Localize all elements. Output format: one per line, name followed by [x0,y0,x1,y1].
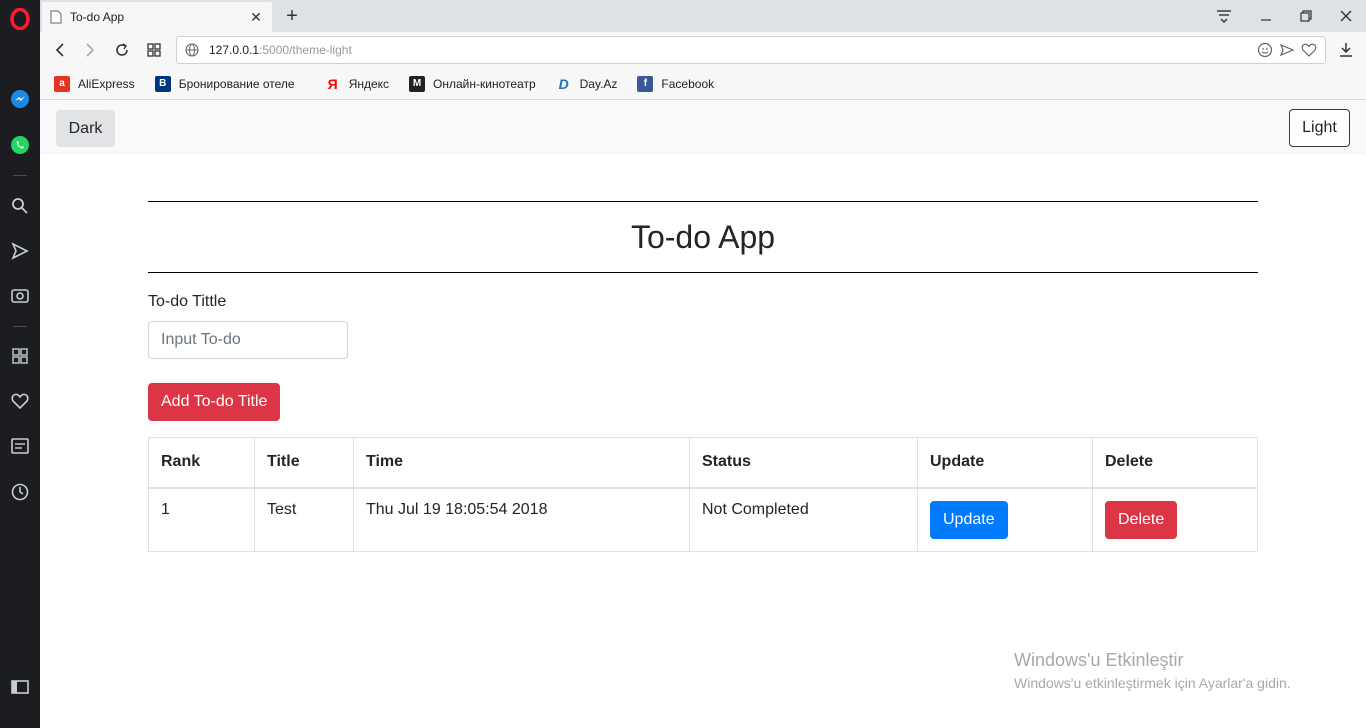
address-bar[interactable]: 127.0.0.1:5000/theme-light [176,36,1326,64]
update-button[interactable]: Update [930,500,1008,539]
globe-icon [185,43,199,57]
bookmark-heart-icon[interactable] [1301,42,1317,61]
main-container: To-do App To-do Tittle Add To-do Title R… [148,201,1258,552]
tab-title: To-do App [70,10,125,24]
cell-title: Test [254,487,354,552]
sidebar-separator [13,326,27,327]
facebook-icon: f [637,75,654,92]
forward-button[interactable] [78,38,102,62]
reload-button[interactable] [110,38,134,62]
tab-menu-icon[interactable] [1204,0,1244,32]
cell-status: Not Completed [689,487,918,552]
windows-activation-watermark: Windows'u Etkinleştir Windows'u etkinleş… [1014,650,1291,691]
minimize-button[interactable] [1246,0,1286,32]
tab-strip: To-do App ✕ + [40,0,1366,32]
close-tab-icon[interactable]: ✕ [248,9,264,25]
todo-table: Rank Title Time Status Update Delete 1 T… [148,437,1258,552]
table-header-row: Rank Title Time Status Update Delete [148,437,1258,489]
download-icon[interactable] [1334,38,1358,62]
watermark-subtitle: Windows'u etkinleştirmek için Ayarlar'a … [1014,675,1291,691]
url-path: :5000/theme-light [259,43,352,57]
whatsapp-icon[interactable] [9,134,31,156]
send-icon[interactable] [9,240,31,262]
dayaz-icon: D [558,75,569,92]
news-icon[interactable] [9,435,31,457]
dark-theme-button[interactable]: Dark [56,110,115,147]
cell-update: Update [917,487,1093,552]
bookmark-label: AliExpress [78,76,135,91]
bookmark-booking[interactable]: B Бронирование отеле [154,75,305,92]
sidebar-separator [13,175,27,176]
cell-delete: Delete [1092,487,1258,552]
url-action-icons [1257,42,1317,61]
delete-button[interactable]: Delete [1105,500,1178,539]
bookmark-aliexpress[interactable]: a AliExpress [54,75,135,92]
share-icon[interactable] [1279,42,1295,61]
new-tab-button[interactable]: + [280,4,304,28]
opera-logo-icon[interactable] [9,8,31,30]
cell-rank: 1 [148,487,255,552]
url-host: 127.0.0.1 [209,43,260,57]
bookmark-label: Яндекс [348,76,390,91]
bookmarks-bar: a AliExpress B Бронирование отеле Я Янде… [40,68,1366,100]
yandex-icon: Я [327,75,338,92]
column-header-time: Time [353,437,690,489]
title-divider-bottom [148,272,1258,273]
page-viewport: Dark Light To-do App To-do Tittle Add To… [40,101,1366,728]
browser-sidebar [0,0,40,728]
column-header-update: Update [917,437,1093,489]
cinema-icon: M [409,75,426,92]
bookmark-label: Онлайн-кинотеатр [433,76,536,91]
column-header-status: Status [689,437,918,489]
bookmark-label: Day.Az [579,76,618,91]
heart-icon[interactable] [9,390,31,412]
sidebar-toggle-icon[interactable] [9,676,31,698]
history-icon[interactable] [9,481,31,503]
light-theme-button[interactable]: Light [1289,109,1350,147]
camera-icon[interactable] [9,284,31,306]
messenger-icon[interactable] [9,88,31,110]
back-button[interactable] [48,38,72,62]
emoji-icon[interactable] [1257,42,1273,61]
booking-icon: B [154,75,171,92]
tab-todo-app[interactable]: To-do App ✕ [42,2,272,32]
aliexpress-icon: a [54,75,70,92]
theme-navbar: Dark Light [40,101,1366,155]
close-window-button[interactable] [1326,0,1366,32]
bookmark-facebook[interactable]: f Facebook [637,75,715,92]
restore-button[interactable] [1286,0,1326,32]
bookmark-label: Бронирование отеле [178,76,295,91]
page-favicon-icon [50,10,62,24]
column-header-delete: Delete [1092,437,1258,489]
tabs-grid-button[interactable] [142,38,166,62]
bookmark-yandex[interactable]: Я Яндекс [325,76,389,92]
table-row: 1 Test Thu Jul 19 18:05:54 2018 Not Comp… [148,487,1258,552]
bookmark-label: Facebook [661,76,715,91]
add-todo-button[interactable]: Add To-do Title [148,383,281,421]
address-toolbar: 127.0.0.1:5000/theme-light [40,32,1366,68]
search-icon[interactable] [9,195,31,217]
todo-input[interactable] [148,321,348,359]
cell-time: Thu Jul 19 18:05:54 2018 [353,487,690,552]
watermark-title: Windows'u Etkinleştir [1014,650,1184,670]
todo-title-label: To-do Tittle [148,293,227,310]
bookmark-cinema[interactable]: M Онлайн-кинотеатр [409,75,536,92]
bookmark-dayaz[interactable]: D Day.Az [556,76,618,92]
column-header-rank: Rank [148,437,255,489]
column-header-title: Title [254,437,354,489]
page-title: To-do App [630,218,776,255]
speed-dial-icon[interactable] [9,345,31,367]
